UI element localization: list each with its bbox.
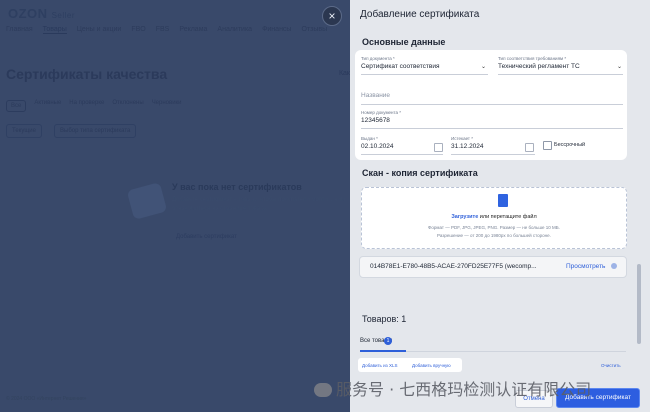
background-page: OZON Seller Главная Товары Цены и акции F… — [0, 0, 350, 412]
top-nav: Главная Товары Цены и акции FBO FBS Рекл… — [6, 26, 327, 34]
ozon-logo: OZON Seller — [8, 6, 76, 21]
calendar-icon[interactable] — [525, 143, 534, 152]
nav-item: Финансы — [262, 26, 292, 33]
nav-item: FBS — [155, 26, 170, 33]
file-name: 014B78E1-E780-48B5-ACAE-270FD25E77F5 (we… — [370, 263, 537, 270]
view-file-link[interactable]: Просмотреть — [566, 263, 605, 270]
expires-label: Истекает * — [451, 136, 473, 141]
tab-rejected: Отклонены — [112, 100, 144, 106]
scroll-thumb[interactable] — [637, 264, 641, 344]
divider — [498, 74, 623, 75]
empty-state-title: У вас пока нет сертификатов — [172, 182, 302, 192]
help-link: Как — [338, 70, 350, 77]
unlimited-label: Бессрочный — [554, 142, 586, 148]
panel-header: Добавление сертификата — [350, 0, 650, 30]
file-icon — [498, 194, 508, 207]
add-manually-button[interactable]: Добавить вручную — [412, 363, 451, 368]
expires-date-input[interactable]: 31.12.2024 — [451, 143, 484, 150]
filter-cert-type: Выбор типа сертификата — [54, 124, 137, 138]
upload-resolution: Разрешение — от 200 до 1980px по большей… — [437, 233, 551, 238]
empty-state-text: Добавьте сертификат к товару, чтобы поку… — [172, 197, 345, 212]
tab-drafts: Черновики — [151, 100, 182, 106]
divider — [361, 128, 623, 129]
calendar-icon[interactable] — [434, 143, 443, 152]
name-input[interactable]: Название — [361, 92, 390, 99]
issued-label: Выдан * — [361, 136, 378, 141]
nav-item: FBO — [131, 26, 146, 33]
add-from-xls-button[interactable]: Добавить из XLS — [362, 363, 397, 368]
doc-number-input[interactable]: 12345678 — [361, 117, 390, 124]
empty-state-icon — [126, 182, 168, 220]
issued-date-input[interactable]: 02.10.2024 — [361, 143, 394, 150]
regulation-select[interactable]: Технический регламент ТС — [498, 63, 580, 70]
goods-count-title: Товаров: 1 — [362, 314, 407, 324]
watermark: 服务号 · 七西格玛检测认证有限公司 — [314, 376, 591, 400]
divider — [451, 154, 535, 155]
tab-review: На проверке — [69, 100, 105, 106]
wechat-icon — [314, 383, 332, 397]
basic-section-title: Основные данные — [362, 37, 446, 47]
page-title: Сертификаты качества — [6, 66, 168, 82]
filter-current: Текущие — [6, 124, 42, 138]
upload-link[interactable]: Загрузите — [451, 214, 478, 220]
tab-active: Активные — [34, 100, 62, 106]
clear-button[interactable]: Очистить — [601, 363, 621, 368]
uploaded-file-row: 014B78E1-E780-48B5-ACAE-270FD25E77F5 (we… — [359, 256, 627, 278]
active-tab-indicator — [360, 350, 406, 352]
doc-type-label: Тип документа * — [361, 56, 395, 61]
close-button[interactable]: × — [322, 6, 342, 26]
close-icon: × — [328, 9, 336, 23]
upload-text: Загрузите или перетащите файл — [451, 214, 537, 220]
empty-add-button: Добавить сертификат — [176, 234, 237, 240]
divider — [361, 74, 488, 75]
goods-count-badge: 1 — [384, 337, 392, 345]
tab-all: Все — [6, 100, 27, 112]
add-certificate-panel: Добавление сертификата Основные данные Т… — [350, 0, 650, 412]
nav-item: Аналитика — [217, 26, 253, 33]
scan-section-title: Скан - копия сертификата — [362, 168, 478, 178]
divider — [361, 154, 443, 155]
chevron-down-icon: ⌄ — [617, 64, 623, 70]
upload-formats: Формат — PDF, JPG, JPEG, PNG. Размер — н… — [428, 225, 560, 230]
doc-number-label: Номер документа * — [361, 110, 402, 115]
nav-item: Реклама — [179, 26, 208, 33]
unlimited-checkbox[interactable] — [543, 141, 552, 150]
doc-type-select[interactable]: Сертификат соответствия — [361, 63, 440, 70]
eye-icon[interactable] — [611, 263, 617, 269]
regulation-label: Тип соответствия требованиям * — [498, 56, 567, 61]
upload-dropzone[interactable]: Загрузите или перетащите файл Формат — P… — [361, 187, 627, 249]
footer-text: © 2024 ООО «Интернет Решения» — [6, 396, 87, 402]
nav-item: Товары — [42, 26, 67, 34]
basic-data-card: Тип документа * Сертификат соответствия … — [355, 50, 627, 160]
status-tabs: Все Активные На проверке Отклонены Черно… — [6, 100, 182, 112]
chevron-down-icon: ⌄ — [481, 64, 487, 70]
divider — [361, 104, 623, 105]
nav-item: Отзывы — [301, 26, 328, 33]
nav-item: Цены и акции — [76, 26, 122, 33]
panel-title: Добавление сертификата — [360, 9, 480, 20]
nav-item: Главная — [6, 26, 33, 33]
scrollbar[interactable] — [636, 34, 642, 374]
